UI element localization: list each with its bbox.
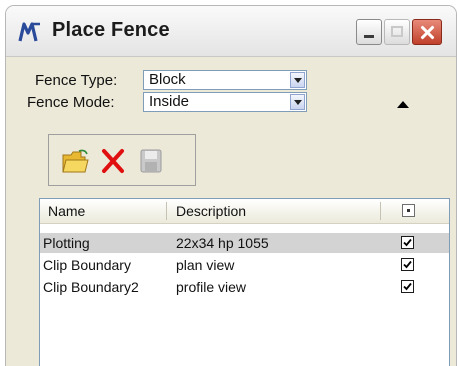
fence-type-label: Fence Type: bbox=[35, 72, 118, 89]
maximize-button[interactable] bbox=[384, 19, 410, 45]
column-separator[interactable] bbox=[166, 202, 167, 220]
fence-name: Clip Boundary2 bbox=[43, 279, 139, 295]
fence-mode-select[interactable]: Inside bbox=[143, 92, 307, 112]
checkmark-icon bbox=[403, 282, 412, 291]
save-icon[interactable] bbox=[137, 147, 165, 175]
fence-type-select[interactable]: Block bbox=[143, 70, 307, 90]
window-title: Place Fence bbox=[52, 19, 170, 41]
checkmark-icon bbox=[403, 260, 412, 269]
chevron-down-icon[interactable] bbox=[290, 94, 305, 110]
column-header-name[interactable]: Name bbox=[48, 199, 85, 223]
list-item[interactable]: Clip Boundary2 profile view bbox=[40, 277, 449, 297]
chevron-down-icon[interactable] bbox=[290, 72, 305, 88]
fence-type-value: Block bbox=[149, 71, 186, 88]
microstation-logo-icon bbox=[18, 22, 40, 42]
checkmark-icon bbox=[403, 238, 412, 247]
fence-description: profile view bbox=[176, 279, 247, 295]
fence-name: Clip Boundary bbox=[43, 257, 131, 273]
close-button[interactable] bbox=[412, 19, 442, 45]
column-header-checkbox-icon[interactable] bbox=[402, 204, 415, 217]
list-item[interactable]: Plotting 22x34 hp 1055 bbox=[40, 233, 449, 253]
fence-mode-label: Fence Mode: bbox=[27, 94, 115, 111]
fence-checkbox[interactable] bbox=[401, 258, 414, 271]
fence-list[interactable]: Name Description Plotting 22x34 hp 1055 … bbox=[39, 198, 450, 366]
fence-description: plan view bbox=[176, 257, 235, 273]
fence-mode-value: Inside bbox=[149, 93, 190, 110]
open-folder-icon[interactable] bbox=[61, 147, 89, 175]
fence-name: Plotting bbox=[43, 235, 90, 251]
list-item[interactable]: Clip Boundary plan view bbox=[40, 255, 449, 275]
list-header: Name Description bbox=[40, 199, 449, 224]
fence-toolbar bbox=[48, 134, 196, 186]
title-bar[interactable]: Place Fence bbox=[6, 6, 456, 57]
fence-description: 22x34 hp 1055 bbox=[176, 235, 269, 251]
fence-checkbox[interactable] bbox=[401, 280, 414, 293]
collapse-arrow-icon[interactable] bbox=[397, 101, 409, 108]
fence-checkbox[interactable] bbox=[401, 236, 414, 249]
column-separator[interactable] bbox=[380, 202, 381, 220]
minimize-button[interactable] bbox=[356, 19, 382, 45]
delete-icon[interactable] bbox=[99, 147, 127, 175]
column-header-description[interactable]: Description bbox=[176, 199, 246, 223]
place-fence-dialog: Place Fence Fence Type: Block Fence Mode… bbox=[6, 6, 456, 366]
